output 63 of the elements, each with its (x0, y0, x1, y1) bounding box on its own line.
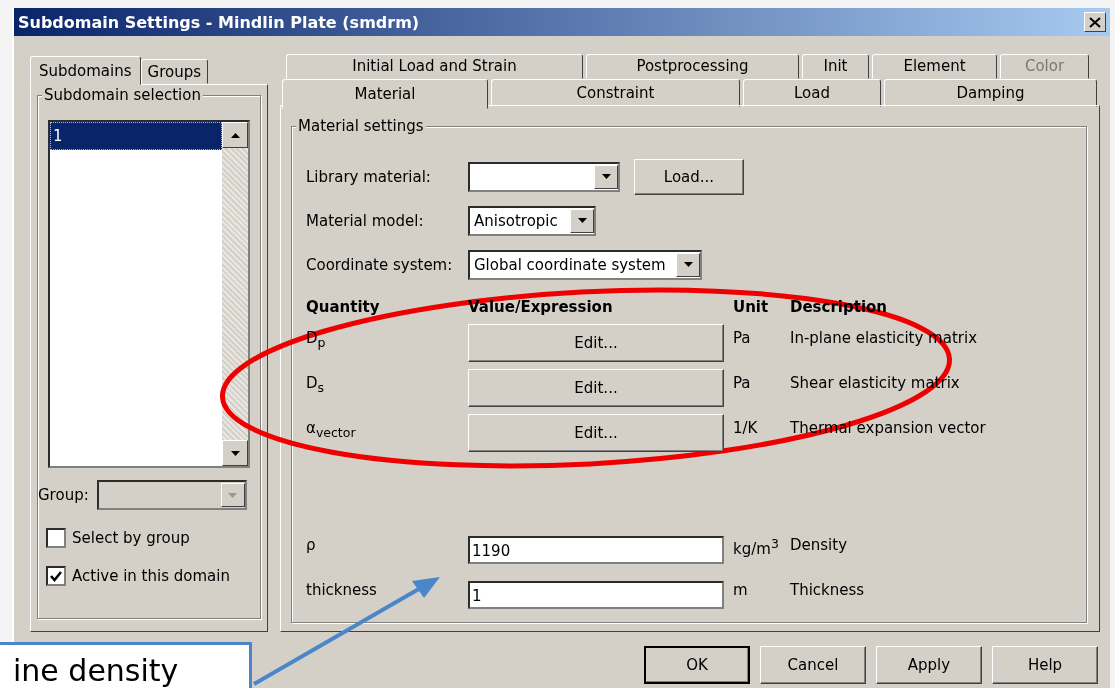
tab[interactable]: Groups (140, 59, 209, 84)
column-header: Value/Expression (468, 296, 614, 318)
edit-button[interactable]: Edit... (468, 324, 724, 363)
checkbox[interactable] (46, 528, 66, 548)
field-label: Material model: (306, 211, 425, 230)
description-label: Density (790, 534, 849, 556)
edit-button[interactable]: Edit... (468, 369, 724, 408)
dialog-button[interactable]: Apply (876, 646, 982, 684)
group-box-title: Material settings (296, 116, 426, 135)
coordinate-system-dropdown[interactable]: Global coordinate system (468, 249, 702, 280)
dialog-button[interactable]: Cancel (760, 646, 866, 684)
tab[interactable]: Init (802, 54, 869, 79)
checkmark-icon (50, 570, 62, 582)
quantity-label: D$_{s}$ (306, 372, 326, 397)
unit-label: Pa (733, 327, 752, 349)
window-title: Subdomain Settings - Mindlin Plate (smdrm) (18, 12, 420, 32)
dropdown-arrow-icon (577, 218, 587, 224)
field-label: Coordinate system: (306, 255, 454, 274)
checkbox[interactable] (46, 566, 66, 586)
unit-label: Pa (733, 372, 752, 394)
field-label: Library material: (306, 167, 432, 186)
input-field[interactable]: 1190 (468, 536, 724, 565)
checkbox-label: Select by group (72, 529, 190, 547)
library-material-dropdown[interactable] (468, 161, 620, 192)
tab[interactable]: Constraint (491, 78, 740, 107)
material-model-dropdown[interactable]: Anisotropic (468, 205, 596, 236)
dropdown-arrow-icon (683, 262, 693, 268)
dropdown-arrow-icon (230, 450, 240, 456)
unit-label: kg/m$^{3}$ (733, 534, 780, 560)
tab[interactable]: Material (282, 78, 488, 109)
scrollbar[interactable] (222, 122, 248, 466)
tab[interactable]: Damping (884, 78, 1097, 107)
dropdown-arrow-icon (601, 174, 611, 180)
quantity-label: α$_{vector}$ (306, 417, 357, 442)
tab[interactable]: Load (743, 78, 881, 107)
subdomain-list[interactable]: 1 (48, 120, 250, 468)
load-button[interactable]: Load... (634, 158, 744, 195)
dialog-button[interactable]: Help (992, 646, 1098, 684)
close-icon (1089, 16, 1101, 28)
column-header: Quantity (306, 296, 381, 318)
list-item[interactable]: 1 (50, 122, 222, 150)
input-field[interactable]: 1 (468, 581, 724, 610)
up-arrow-icon (230, 132, 240, 138)
dialog-button[interactable]: OK (644, 646, 750, 684)
close-button[interactable] (1084, 12, 1106, 32)
checkbox-label: Active in this domain (72, 567, 230, 585)
tab[interactable]: Subdomains (30, 56, 141, 85)
unit-label: 1/K (733, 417, 759, 439)
scroll-up-button[interactable] (222, 122, 248, 148)
tab[interactable]: Postprocessing (586, 54, 799, 79)
callout-text: ine density (0, 642, 252, 688)
dropdown-arrow-icon (228, 492, 238, 498)
description-label: Thickness (790, 579, 866, 601)
quantity-label: thickness (306, 579, 378, 601)
unit-label: m (733, 579, 749, 601)
quantity-label: ρ (306, 534, 317, 556)
tab[interactable]: Initial Load and Strain (286, 54, 583, 79)
tab[interactable]: Element (872, 54, 997, 79)
column-header: Unit (733, 296, 770, 318)
group-label: Group: (38, 486, 89, 504)
tab: Color (1000, 54, 1089, 79)
scroll-down-button[interactable] (222, 440, 248, 466)
edit-button[interactable]: Edit... (468, 414, 724, 453)
